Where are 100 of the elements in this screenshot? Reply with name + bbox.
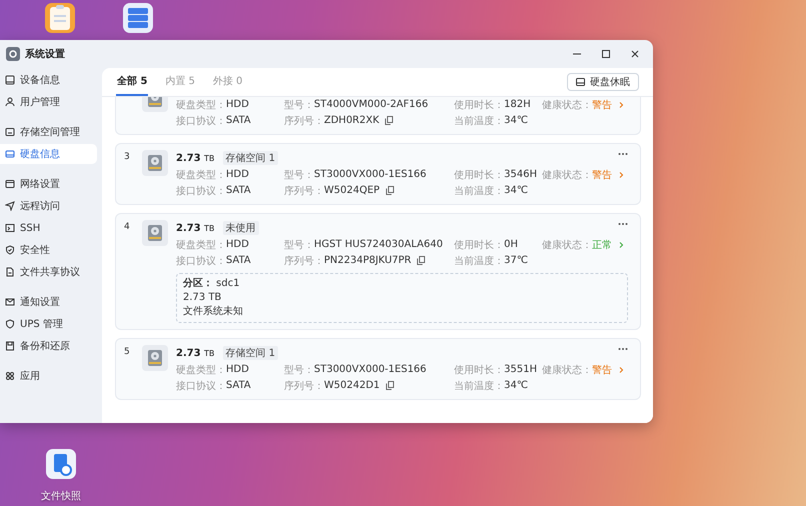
sidebar-item[interactable]: 应用 <box>0 366 97 386</box>
field-label: 健康状态： <box>542 364 592 376</box>
user-icon <box>5 97 15 107</box>
settings-icon <box>6 47 20 61</box>
chevron-right-icon[interactable] <box>617 240 625 248</box>
field-value: ST4000VM000-2AF166 <box>314 99 428 110</box>
hard-drive-icon <box>142 220 168 246</box>
field-value: ZDH0R2XK <box>324 115 380 126</box>
disk-size: 2.73 TB <box>176 222 215 234</box>
storage-icon <box>5 127 15 137</box>
more-icon[interactable] <box>618 222 628 226</box>
field-label: 接口协议： <box>176 184 226 198</box>
sidebar-item[interactable]: 存储空间管理 <box>0 122 97 142</box>
sidebar-item[interactable]: 安全性 <box>0 240 97 260</box>
field-value: 34℃ <box>504 115 528 126</box>
drive-icon <box>5 149 15 159</box>
more-icon[interactable] <box>618 347 628 351</box>
sleep-button[interactable]: 硬盘休眠 <box>567 73 639 91</box>
field-label: 接口协议： <box>176 380 226 392</box>
field-label: 型号： <box>284 364 314 376</box>
clipboard-app-icon[interactable] <box>45 3 75 33</box>
disk-number: 4 <box>124 221 131 234</box>
server-app-icon[interactable] <box>123 3 153 33</box>
chevron-right-icon[interactable] <box>617 100 625 108</box>
field-label: 硬盘类型： <box>176 168 226 182</box>
copy-icon[interactable] <box>386 186 394 195</box>
field-value: W5024QEP <box>324 185 380 196</box>
file-snapshot-app-icon[interactable] <box>46 449 76 479</box>
desktop-icon-label[interactable]: 文件快照 <box>41 489 81 503</box>
monitor-icon <box>5 75 15 85</box>
field-label: 型号： <box>284 238 314 252</box>
field-value: SATA <box>226 185 251 196</box>
field-value: 34℃ <box>504 380 528 391</box>
window-title: 系统设置 <box>25 48 66 61</box>
window-icon <box>5 179 15 189</box>
partition-size: 2.73 TB <box>183 291 222 305</box>
terminal-icon <box>5 223 15 233</box>
field-value: 0H <box>504 239 518 250</box>
field-label: 健康状态： <box>542 98 592 112</box>
copy-icon[interactable] <box>385 116 394 125</box>
field-value: ST3000VX000-1ES166 <box>314 364 426 375</box>
sidebar-item[interactable]: 通知设置 <box>0 292 97 312</box>
copy-icon[interactable] <box>386 381 394 390</box>
field-label: 序列号： <box>284 380 324 392</box>
status-tag: 存储空间 1 <box>222 346 278 360</box>
field-value: 3551H <box>504 364 537 375</box>
more-icon[interactable] <box>618 152 628 156</box>
close-icon <box>631 50 639 58</box>
field-value: HGST HUS724030ALA640 <box>314 239 443 250</box>
field-value: SATA <box>226 380 251 391</box>
field-value: 3546H <box>504 169 537 180</box>
sidebar-item[interactable]: 文件共享协议 <box>0 262 97 282</box>
sidebar-item[interactable]: 用户管理 <box>0 92 97 112</box>
field-value: HDD <box>226 239 249 250</box>
field-label: 硬盘类型： <box>176 98 226 112</box>
field-label: 硬盘类型： <box>176 238 226 252</box>
sidebar-item[interactable]: 网络设置 <box>0 174 97 194</box>
field-value: 34℃ <box>504 185 528 196</box>
field-label: 健康状态： <box>542 168 592 182</box>
sidebar-item[interactable]: 远程访问 <box>0 196 97 216</box>
sidebar-item[interactable]: 备份和还原 <box>0 336 97 356</box>
sidebar-item[interactable]: 设备信息 <box>0 70 97 90</box>
field-label: 当前温度： <box>454 254 504 268</box>
field-value: HDD <box>226 364 249 375</box>
copy-icon[interactable] <box>417 256 426 265</box>
disk-number: 3 <box>124 151 131 164</box>
field-label: 使用时长： <box>454 168 504 182</box>
chevron-right-icon[interactable] <box>617 366 625 374</box>
field-label: 当前温度： <box>454 184 504 198</box>
field-value: W50242D1 <box>324 380 380 391</box>
field-value: 37℃ <box>504 255 528 266</box>
disk-number: 5 <box>124 346 131 359</box>
field-value: PN2234P8JKU7PR <box>324 255 412 266</box>
disk-size: 2.73 TB <box>176 348 215 358</box>
field-value: SATA <box>226 115 251 126</box>
chevron-right-icon[interactable] <box>617 170 625 178</box>
document-icon <box>5 267 15 277</box>
status-tag: 存储空间 1 <box>222 151 278 165</box>
field-label: 当前温度： <box>454 380 504 392</box>
shield-check-icon <box>5 245 15 255</box>
send-icon <box>5 201 15 211</box>
sidebar-item[interactable]: UPS 管理 <box>0 314 97 334</box>
field-label: 型号： <box>284 168 314 182</box>
drive-icon <box>576 78 585 86</box>
field-label: 型号： <box>284 98 314 112</box>
save-icon <box>5 341 15 351</box>
sidebar-item[interactable]: SSH <box>0 218 97 238</box>
field-label: 使用时长： <box>454 238 504 252</box>
field-label: 序列号： <box>284 254 324 268</box>
field-label: 序列号： <box>284 184 324 198</box>
field-label: 接口协议： <box>176 114 226 128</box>
sidebar-item[interactable]: 硬盘信息 <box>0 144 97 164</box>
mail-icon <box>5 297 15 307</box>
field-label: 健康状态： <box>542 238 592 252</box>
maximize-icon <box>602 50 610 58</box>
field-label: 硬盘类型： <box>176 364 226 376</box>
disk-size: 2.73 TB <box>176 152 215 164</box>
field-value: HDD <box>226 99 249 110</box>
field-label: 使用时长： <box>454 364 504 376</box>
field-label: 使用时长： <box>454 98 504 112</box>
